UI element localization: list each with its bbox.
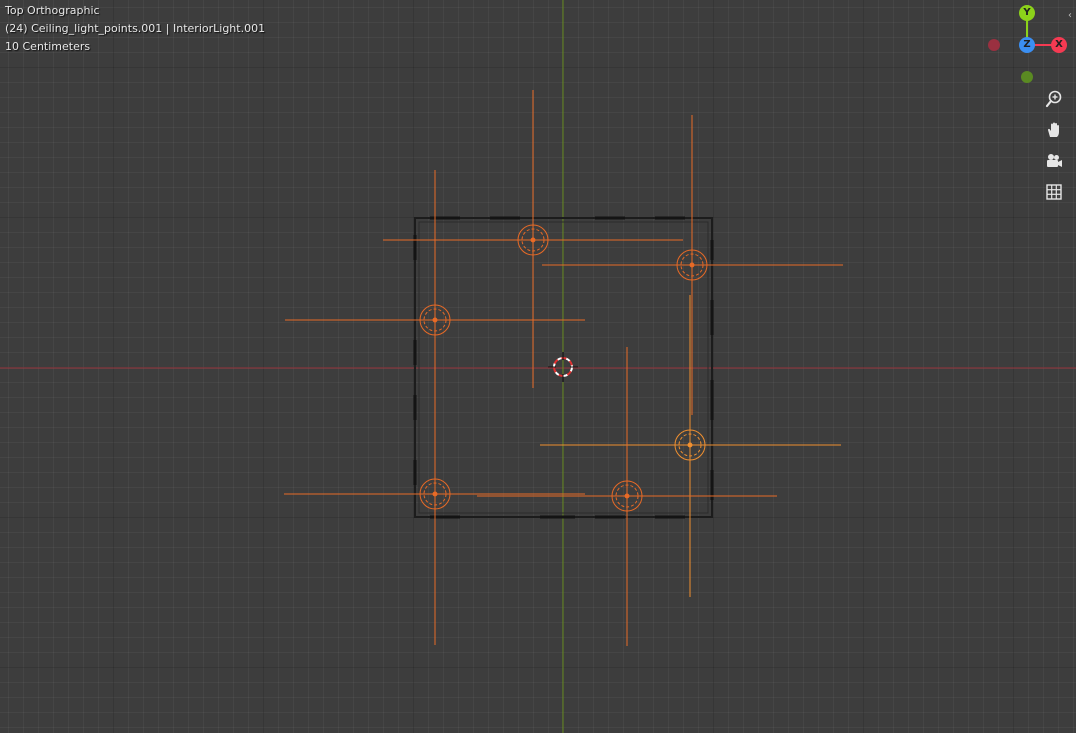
view-name-label: Top Orthographic (5, 4, 100, 17)
grid-scale-label: 10 Centimeters (5, 40, 91, 53)
3d-viewport[interactable]: Top Orthographic (24) Ceiling_light_poin… (0, 0, 1076, 733)
gizmo-neg-x[interactable] (988, 39, 1000, 51)
gizmo-y-axis[interactable]: Y (1019, 5, 1035, 21)
viewport-scene[interactable] (0, 0, 1076, 733)
gizmo-z-axis[interactable]: Z (1019, 37, 1035, 53)
navigation-gizmo[interactable]: Y Z X (980, 0, 1076, 92)
camera-icon[interactable] (1042, 149, 1066, 173)
gizmo-x-axis[interactable]: X (1051, 37, 1067, 53)
interior-light-2[interactable] (542, 115, 843, 415)
interior-light-6[interactable] (477, 347, 777, 646)
gizmo-neg-y[interactable] (1021, 71, 1033, 83)
sidebar-collapse-icon[interactable]: ‹ (1068, 10, 1072, 21)
hand-pan-icon[interactable] (1042, 118, 1066, 142)
zoom-icon[interactable] (1042, 87, 1066, 111)
interior-light-1[interactable] (383, 90, 683, 388)
interior-light-4-selected[interactable] (540, 295, 841, 597)
grid-ortho-icon[interactable] (1042, 180, 1066, 204)
active-object-label: (24) Ceiling_light_points.001 | Interior… (5, 22, 266, 35)
interior-light-5[interactable] (284, 344, 585, 645)
